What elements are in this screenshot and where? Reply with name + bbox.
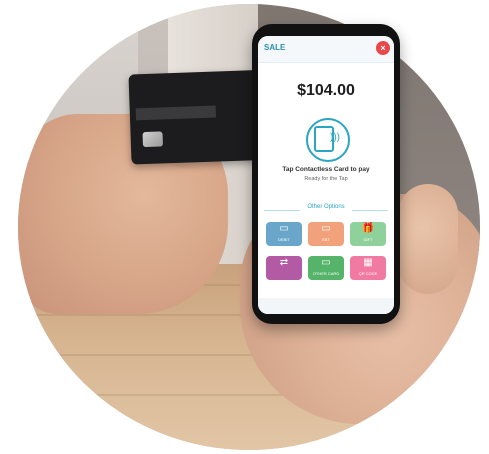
close-button[interactable]: × xyxy=(376,41,390,55)
option-label: OTHER CARD xyxy=(312,271,340,276)
option-gift-button[interactable]: 🎁 GIFT xyxy=(350,222,386,246)
gift-icon: 🎁 xyxy=(361,223,375,234)
option-label: DEBIT xyxy=(278,237,290,242)
sale-title: SALE xyxy=(264,43,286,52)
card-stripe xyxy=(135,105,217,121)
card-icon: ▭ xyxy=(321,223,331,234)
payment-amount: $104.00 xyxy=(297,82,355,99)
smartphone: SALE × $104.00 ))) Tap Contactless Card … xyxy=(252,24,400,324)
option-label: QR CODE xyxy=(358,271,378,276)
option-qr-code-button[interactable]: ▦ QR CODE xyxy=(350,256,386,280)
option-other-card-button[interactable]: ▭ OTHER CARD xyxy=(308,256,344,280)
option-label: GIFT xyxy=(363,237,373,242)
option-label: EBT xyxy=(322,237,330,242)
option-debit-button[interactable]: ▭ DEBIT xyxy=(266,222,302,246)
qr-icon: ▦ xyxy=(363,257,373,268)
tap-instruction: Tap Contactless Card to pay xyxy=(282,166,370,173)
payment-header: SALE × xyxy=(258,36,394,63)
split-icon: ⇄ xyxy=(279,257,289,268)
card-icon: ▭ xyxy=(279,223,289,234)
circular-photo xyxy=(18,4,480,450)
footer-strip xyxy=(258,298,394,314)
card-icon: ▭ xyxy=(321,257,331,268)
option-split-button[interactable]: ⇄ xyxy=(266,256,302,280)
wave-icon: ))) xyxy=(330,132,340,143)
phone-screen: SALE × $104.00 ))) Tap Contactless Card … xyxy=(258,36,394,314)
tap-status: Ready for the Tap xyxy=(304,176,348,182)
option-ebt-button[interactable]: ▭ EBT xyxy=(308,222,344,246)
divider-right xyxy=(352,210,388,211)
right-finger xyxy=(398,184,458,294)
card-chip xyxy=(142,131,164,148)
divider-left xyxy=(264,210,300,211)
